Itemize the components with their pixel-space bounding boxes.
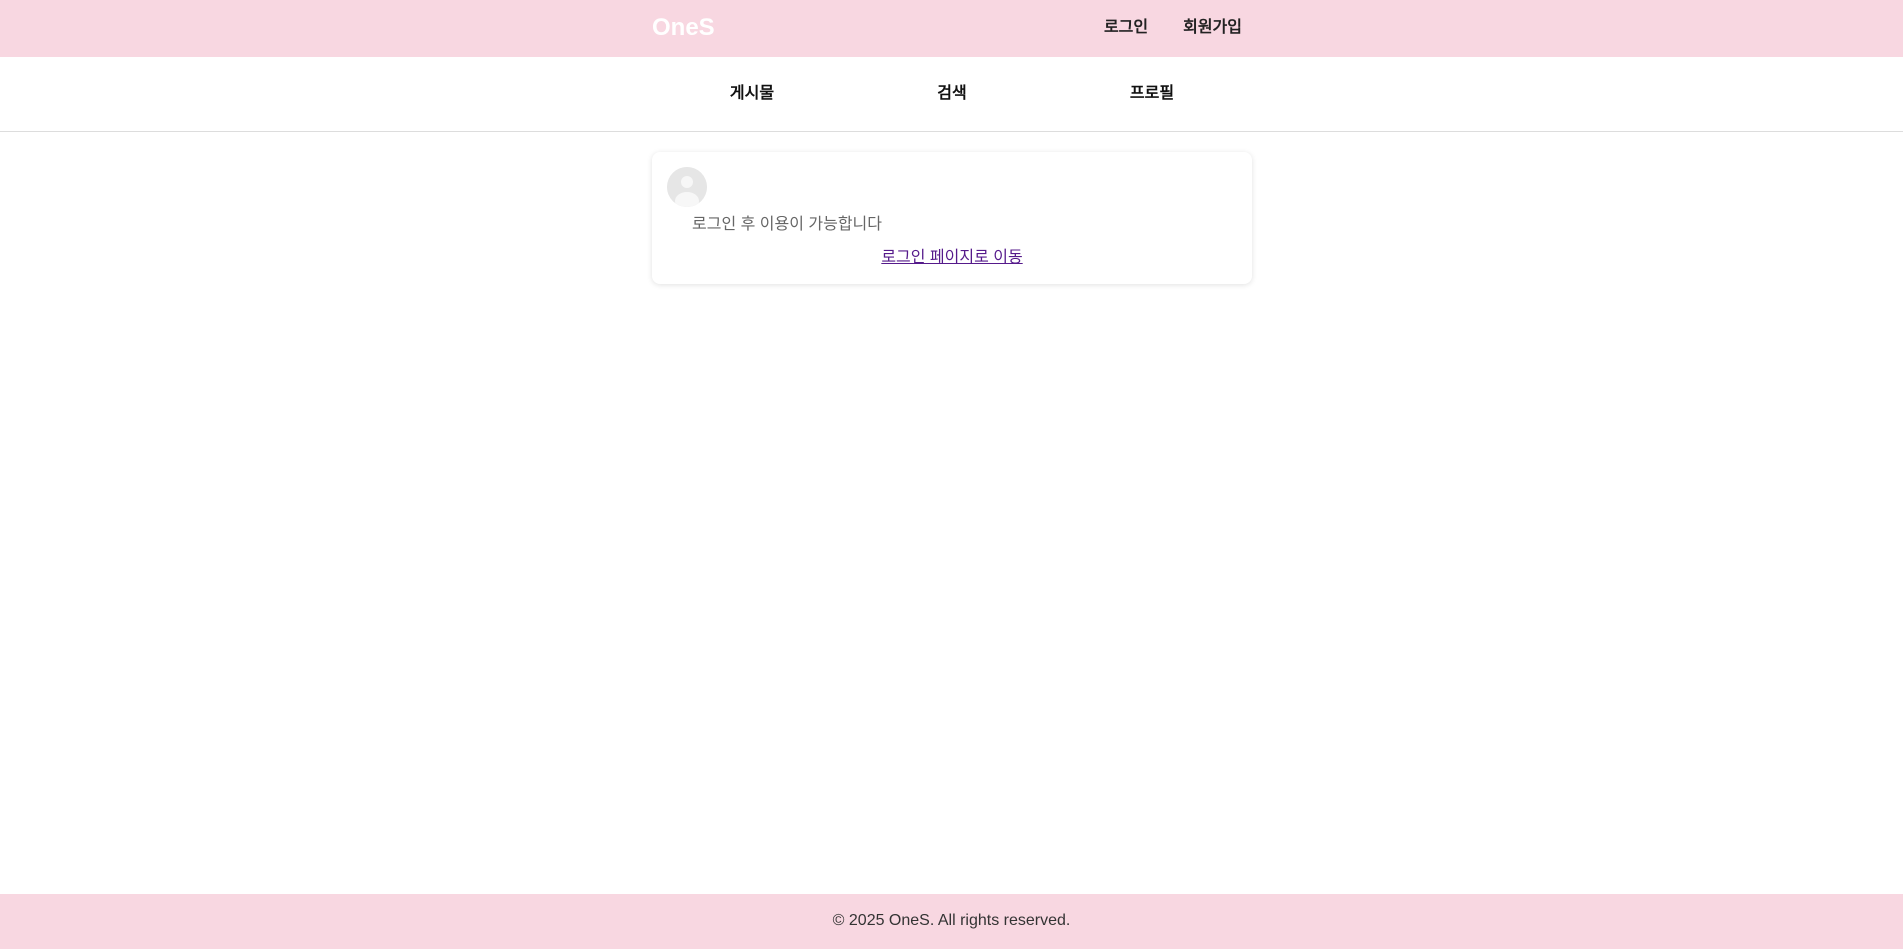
- auth-links: 로그인 회원가입: [1104, 17, 1242, 39]
- copyright-text: © 2025 OneS. All rights reserved.: [832, 912, 1071, 929]
- footer: © 2025 OneS. All rights reserved.: [0, 894, 1903, 949]
- top-bar: OneS 로그인 회원가입: [0, 0, 1903, 57]
- login-link[interactable]: 로그인: [1104, 17, 1148, 39]
- login-page-link-wrapper: 로그인 페이지로 이동: [652, 247, 1252, 269]
- login-required-card: 로그인 후 이용이 가능합니다 로그인 페이지로 이동: [652, 152, 1252, 284]
- go-to-login-link[interactable]: 로그인 페이지로 이동: [881, 249, 1022, 266]
- main-nav: 게시물 검색 프로필: [0, 57, 1903, 132]
- signup-link[interactable]: 회원가입: [1183, 17, 1242, 39]
- nav-item-profile[interactable]: 프로필: [1130, 83, 1174, 105]
- page: OneS 로그인 회원가입 게시물 검색 프로필 로그인 후 이용이 가능합니다…: [0, 0, 1903, 949]
- user-avatar-icon: [667, 167, 707, 207]
- nav-item-posts[interactable]: 게시물: [730, 83, 774, 105]
- top-bar-inner: OneS 로그인 회원가입: [652, 0, 1252, 57]
- nav-item-search[interactable]: 검색: [937, 83, 966, 105]
- login-required-message: 로그인 후 이용이 가능합니다: [692, 216, 882, 233]
- logo[interactable]: OneS: [652, 13, 715, 43]
